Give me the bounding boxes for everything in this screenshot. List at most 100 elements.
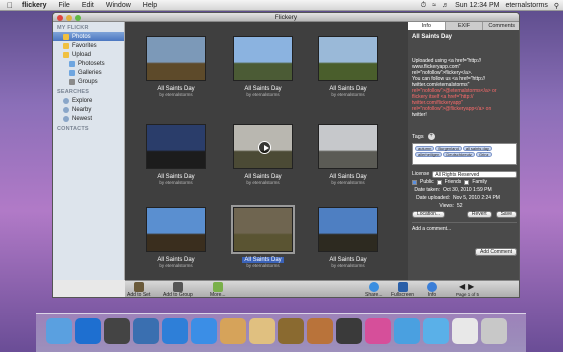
location-button[interactable]: Location... xyxy=(412,210,446,218)
tab-exif[interactable]: EXIF xyxy=(446,22,484,30)
dock-app-icon[interactable] xyxy=(307,318,333,344)
dock-app-icon[interactable] xyxy=(191,318,217,344)
apple-menu-icon[interactable]:  xyxy=(4,1,16,10)
add-tag-button[interactable]: + xyxy=(427,133,435,140)
menu-file[interactable]: File xyxy=(53,2,76,9)
dock-app-icon[interactable] xyxy=(336,318,362,344)
license-select[interactable]: All Rights Reserved xyxy=(432,170,517,178)
previous-page-icon[interactable]: ◀ xyxy=(459,282,465,291)
tag-token[interactable]: autumn xyxy=(415,146,435,151)
photo-item[interactable]: All Saints Day by eternalstorms xyxy=(141,207,211,274)
tag-token[interactable]: all saints day xyxy=(462,146,492,151)
photo-item[interactable]: All Saints Day by eternalstorms xyxy=(141,36,211,103)
dock xyxy=(36,313,526,352)
photo-thumbnail[interactable] xyxy=(318,36,378,81)
friends-checkbox[interactable] xyxy=(436,179,442,185)
photo-thumbnail[interactable] xyxy=(146,207,206,252)
dock-app-icon[interactable] xyxy=(75,318,101,344)
photo-item[interactable]: All Saints Day by eternalstorms xyxy=(141,124,211,191)
share-button[interactable]: Share... xyxy=(365,282,383,297)
photo-thumbnail[interactable] xyxy=(146,124,206,169)
sidebar-item-groups[interactable]: Groups xyxy=(53,77,124,86)
public-checkbox[interactable] xyxy=(412,179,417,185)
photo-item[interactable]: All Saints Day by eternalstorms xyxy=(228,124,298,191)
time-machine-icon[interactable]: ⏱ xyxy=(421,2,426,10)
zoom-button[interactable] xyxy=(75,14,81,21)
spotlight-icon[interactable]: ⚲ xyxy=(554,2,559,10)
tab-comments[interactable]: Comments xyxy=(483,22,519,30)
menu-app-name[interactable]: flickery xyxy=(16,2,53,9)
photo-thumbnail[interactable] xyxy=(146,36,206,81)
photo-item[interactable]: All Saints Day by eternalstorms xyxy=(313,36,383,103)
date-taken-value[interactable]: Oct 30, 2010 1:59 PM xyxy=(443,187,492,193)
photo-thumbnail[interactable] xyxy=(233,124,293,169)
sidebar-section-myflickr[interactable]: MY FLICKR xyxy=(53,22,124,32)
play-icon[interactable] xyxy=(258,141,271,154)
dock-app-icon[interactable] xyxy=(452,318,478,344)
photo-item[interactable]: All Saints Day by eternalstorms xyxy=(313,207,383,274)
sidebar-item-favorites[interactable]: Favorites xyxy=(53,41,124,50)
sidebar-item-photos[interactable]: Photos xyxy=(53,32,124,41)
minimize-button[interactable] xyxy=(66,14,72,21)
dock-app-icon[interactable] xyxy=(220,318,246,344)
add-comment-button[interactable]: Add Comment xyxy=(475,248,517,256)
add-to-group-button[interactable]: Add to Group xyxy=(163,282,193,297)
dock-app-icon[interactable] xyxy=(104,318,130,344)
photo-thumbnail[interactable] xyxy=(233,36,293,81)
photo-thumbnail[interactable] xyxy=(318,207,378,252)
add-to-set-button[interactable]: Add to Set xyxy=(127,282,151,298)
add-comment-field[interactable]: Add a comment... xyxy=(412,222,517,248)
info-button[interactable]: Info xyxy=(427,282,437,298)
revert-button[interactable]: Revert xyxy=(466,210,492,218)
dock-app-icon[interactable] xyxy=(46,318,72,344)
tag-token[interactable]: Grinz xyxy=(475,152,492,157)
tag-token[interactable]: Burgenland xyxy=(435,146,462,151)
dock-app-icon[interactable] xyxy=(133,318,159,344)
sidebar-search-nearby[interactable]: Nearby xyxy=(53,105,124,114)
volume-icon[interactable]: ♬ xyxy=(442,2,449,9)
menu-help[interactable]: Help xyxy=(137,2,163,9)
dock-app-icon[interactable] xyxy=(394,318,420,344)
close-button[interactable] xyxy=(57,14,63,21)
photo-item[interactable]: All Saints Day by eternalstorms xyxy=(228,36,298,103)
sidebar-item-photosets[interactable]: Photosets xyxy=(53,59,124,68)
dock-app-icon[interactable] xyxy=(278,318,304,344)
sidebar-search-explore[interactable]: Explore xyxy=(53,96,124,105)
add-to-set-label: Add to Set xyxy=(127,292,151,298)
photo-thumbnail[interactable] xyxy=(231,205,295,254)
dock-app-icon[interactable] xyxy=(162,318,188,344)
sidebar-section-searches[interactable]: SEARCHES xyxy=(53,86,124,96)
sidebar-item-upload[interactable]: Upload xyxy=(53,50,124,59)
dock-app-icon[interactable] xyxy=(423,318,449,344)
tag-token[interactable]: Deutschkreutz xyxy=(443,152,475,157)
sidebar-search-newest[interactable]: Newest xyxy=(53,114,124,123)
sidebar-item-label: Explore xyxy=(72,97,93,104)
next-page-icon[interactable]: ▶ xyxy=(468,282,474,291)
dock-app-icon[interactable] xyxy=(249,318,275,344)
sidebar-item-galleries[interactable]: Galleries xyxy=(53,68,124,77)
sidebar-section-contacts[interactable]: CONTACTS xyxy=(53,123,124,133)
info-label: Info xyxy=(427,292,437,298)
photo-description-field[interactable]: Uploaded using <a href="http://www.flick… xyxy=(408,44,519,126)
tab-info[interactable]: Info xyxy=(408,22,446,30)
menu-window[interactable]: Window xyxy=(100,2,137,9)
tags-field[interactable]: autumn Burgenland all saints day allerheili… xyxy=(412,143,517,165)
photo-item[interactable]: All Saints Day by eternalstorms xyxy=(313,124,383,191)
user-name[interactable]: eternalstorms xyxy=(505,2,547,9)
photo-title-field[interactable]: All Saints Day xyxy=(408,30,519,44)
dock-app-icon[interactable] xyxy=(481,318,507,344)
dock-app-icon[interactable] xyxy=(365,318,391,344)
clock[interactable]: Sun 12:34 PM xyxy=(455,2,499,9)
fullscreen-button[interactable]: Fullscreen xyxy=(391,282,414,297)
tag-token[interactable]: allerheiligen xyxy=(415,152,443,157)
menu-edit[interactable]: Edit xyxy=(76,2,100,9)
photos-icon xyxy=(63,33,69,40)
photo-thumbnail[interactable] xyxy=(318,124,378,169)
more-button[interactable]: More... xyxy=(210,282,226,297)
photo-item[interactable]: All Saints Day by eternalstorms xyxy=(228,205,298,274)
family-checkbox[interactable] xyxy=(464,179,470,185)
share-icon xyxy=(368,282,379,292)
wifi-icon[interactable]: ≈ xyxy=(432,2,436,9)
sidebar-item-label: Groups xyxy=(78,78,98,85)
save-button[interactable]: Save xyxy=(495,210,517,218)
